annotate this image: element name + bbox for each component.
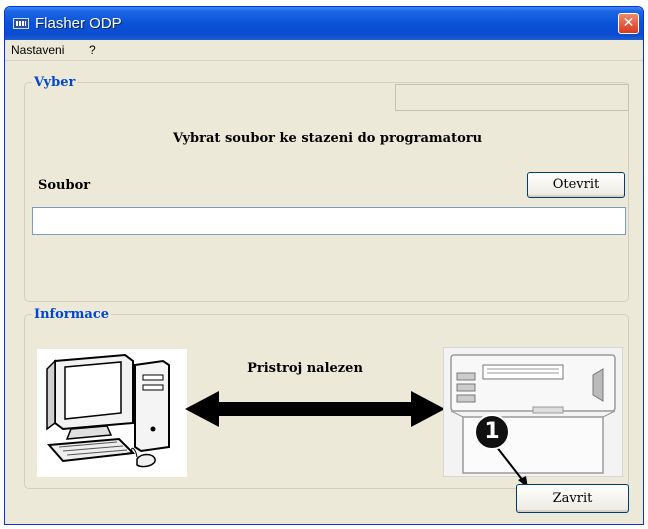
callout-badge: 1 bbox=[474, 414, 510, 450]
file-path-field[interactable] bbox=[32, 207, 626, 235]
computer-icon bbox=[37, 349, 187, 477]
vyber-status-field bbox=[395, 84, 629, 111]
double-arrow-icon bbox=[185, 391, 445, 427]
select-file-prompt: Vybrat soubor ke stazeni do programatoru bbox=[172, 131, 483, 146]
open-file-button[interactable]: Otevrit bbox=[527, 172, 625, 198]
device-status-text: Pristroj nalezen bbox=[247, 361, 363, 376]
vyber-group-legend: Vyber bbox=[32, 75, 78, 90]
close-button[interactable]: Zavrit bbox=[516, 484, 629, 513]
close-window-button[interactable]: ✕ bbox=[618, 13, 639, 34]
file-label: Soubor bbox=[38, 178, 91, 193]
vyber-group: Vyber Vybrat soubor ke stazeni do progra… bbox=[24, 75, 629, 302]
info-group: Informace Pristroj nalezen bbox=[24, 307, 629, 489]
menu-item-help[interactable]: ? bbox=[89, 43, 96, 57]
window-title: Flasher ODP bbox=[35, 15, 122, 32]
title-bar[interactable]: Flasher ODP ✕ bbox=[5, 7, 643, 40]
app-icon bbox=[13, 18, 29, 29]
menu-item-nastaveni[interactable]: Nastaveni bbox=[11, 43, 64, 57]
menu-bar: Nastaveni ? bbox=[5, 40, 643, 61]
info-group-legend: Informace bbox=[32, 307, 112, 322]
